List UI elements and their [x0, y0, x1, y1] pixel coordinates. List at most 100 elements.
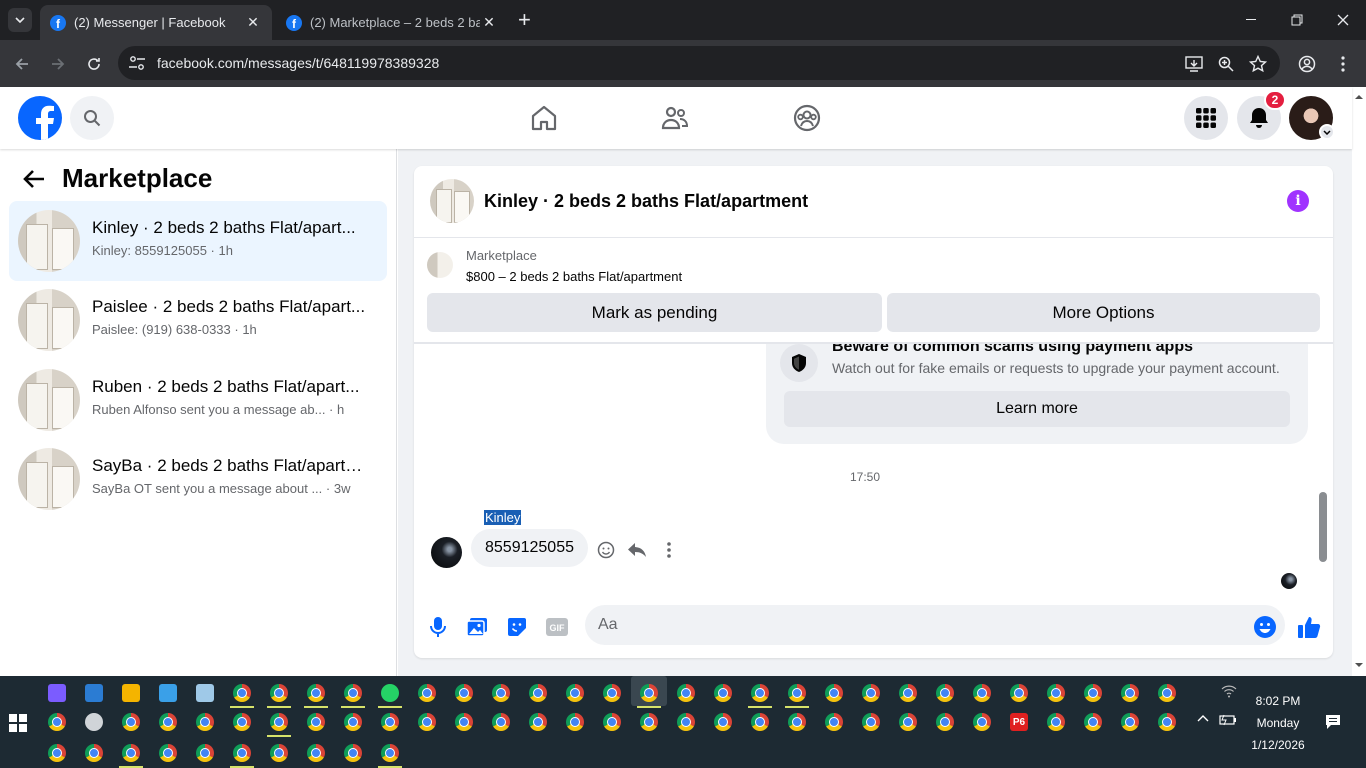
conversation-item[interactable]: SayBa · 2 beds 2 baths Flat/apartm... Sa… — [9, 439, 387, 519]
sender-avatar[interactable] — [431, 537, 462, 568]
reply-icon[interactable] — [627, 540, 647, 560]
new-tab-button[interactable]: + — [518, 8, 531, 32]
settings-gear-icon[interactable] — [85, 713, 103, 731]
message-list[interactable]: Beware of common scams using payment app… — [414, 344, 1333, 594]
chrome-icon[interactable] — [788, 684, 806, 702]
chrome-icon[interactable] — [344, 744, 362, 762]
chrome-icon[interactable] — [492, 684, 510, 702]
scrollbar-thumb[interactable] — [1319, 492, 1327, 562]
search-button[interactable] — [70, 96, 114, 140]
tab-marketplace[interactable]: f (2) Marketplace – 2 beds 2 baths ✕ — [276, 5, 508, 40]
browser-menu-button[interactable] — [1331, 52, 1355, 76]
chrome-icon[interactable] — [344, 713, 362, 731]
chrome-icon[interactable] — [196, 713, 214, 731]
wifi-icon[interactable] — [1221, 684, 1237, 698]
chrome-icon[interactable] — [1084, 713, 1102, 731]
address-bar[interactable]: facebook.com/messages/t/648119978389328 — [118, 46, 1280, 80]
chrome-icon[interactable] — [603, 684, 621, 702]
chrome-icon[interactable] — [788, 713, 806, 731]
react-emoji-icon[interactable] — [596, 540, 616, 560]
tab-messenger[interactable]: f (2) Messenger | Facebook ✕ — [40, 5, 272, 40]
chrome-icon[interactable] — [455, 713, 473, 731]
chrome-icon[interactable] — [1158, 684, 1176, 702]
emoji-icon[interactable] — [1252, 614, 1278, 640]
learn-more-button[interactable]: Learn more — [784, 391, 1290, 427]
chrome-icon[interactable] — [899, 713, 917, 731]
chrome-icon[interactable] — [751, 713, 769, 731]
chrome-icon[interactable] — [529, 713, 547, 731]
chrome-icon[interactable] — [344, 684, 362, 702]
more-options-button[interactable]: More Options — [887, 293, 1320, 332]
gif-icon[interactable]: GIF — [544, 614, 570, 640]
bookmark-star-icon[interactable] — [1248, 54, 1268, 74]
chrome-icon[interactable] — [1047, 713, 1065, 731]
page-scrollbar[interactable] — [1352, 87, 1366, 676]
battery-icon[interactable] — [1219, 714, 1237, 726]
chrome-icon[interactable] — [566, 684, 584, 702]
photo-icon[interactable] — [464, 614, 490, 640]
chrome-icon[interactable] — [1047, 684, 1065, 702]
message-bubble[interactable]: 8559125055 — [471, 529, 588, 567]
like-thumb-icon[interactable] — [1296, 614, 1322, 640]
home-nav[interactable] — [530, 104, 558, 132]
close-tab-icon[interactable]: ✕ — [480, 14, 498, 31]
chrome-icon[interactable] — [825, 684, 843, 702]
chrome-icon[interactable] — [862, 713, 880, 731]
mark-as-pending-button[interactable]: Mark as pending — [427, 293, 882, 332]
chrome-icon[interactable] — [307, 684, 325, 702]
chrome-icon[interactable] — [270, 713, 288, 731]
chrome-icon[interactable] — [751, 684, 769, 702]
file-explorer-icon[interactable] — [122, 684, 140, 702]
chrome-icon[interactable] — [48, 744, 66, 762]
conversation-item[interactable]: Ruben · 2 beds 2 baths Flat/apart... Rub… — [9, 360, 387, 440]
chrome-icon[interactable] — [529, 684, 547, 702]
chrome-icon[interactable] — [418, 684, 436, 702]
back-button[interactable] — [10, 52, 34, 76]
chrome-icon[interactable] — [1084, 684, 1102, 702]
zoom-icon[interactable] — [1216, 54, 1236, 74]
chrome-icon[interactable] — [862, 684, 880, 702]
chrome-icon[interactable] — [973, 684, 991, 702]
conversation-item[interactable]: Kinley · 2 beds 2 baths Flat/apart... Ki… — [9, 201, 387, 281]
chrome-icon[interactable] — [566, 713, 584, 731]
windows-start-button[interactable] — [9, 714, 27, 732]
listing-thumbnail[interactable] — [427, 252, 453, 278]
conversation-item[interactable]: Paislee · 2 beds 2 baths Flat/apart... P… — [9, 280, 387, 360]
chrome-icon[interactable] — [714, 713, 732, 731]
chrome-icon[interactable] — [159, 713, 177, 731]
chrome-icon[interactable] — [85, 744, 103, 762]
forward-button[interactable] — [46, 52, 70, 76]
copilot-icon[interactable] — [48, 684, 66, 702]
more-actions-icon[interactable] — [659, 540, 679, 560]
chrome-icon[interactable] — [270, 744, 288, 762]
menu-button[interactable] — [1184, 96, 1228, 140]
chrome-icon[interactable] — [603, 713, 621, 731]
chrome-icon[interactable] — [936, 713, 954, 731]
chrome-icon[interactable] — [307, 744, 325, 762]
chrome-icon[interactable] — [233, 684, 251, 702]
info-icon[interactable]: i — [1287, 190, 1309, 212]
chrome-icon[interactable] — [159, 744, 177, 762]
chat-title[interactable]: Kinley · 2 beds 2 baths Flat/apartment — [484, 191, 808, 212]
friends-nav[interactable] — [661, 104, 689, 132]
reload-button[interactable] — [82, 52, 106, 76]
chrome-icon[interactable] — [455, 684, 473, 702]
system-clock[interactable]: 8:02 PM Monday 1/12/2026 — [1238, 690, 1318, 756]
chrome-icon[interactable] — [307, 713, 325, 731]
facebook-logo[interactable] — [18, 96, 62, 140]
tab-search-button[interactable] — [8, 8, 32, 32]
restore-button[interactable] — [1274, 0, 1320, 40]
store-icon[interactable] — [85, 684, 103, 702]
chat-thumbnail[interactable] — [430, 179, 474, 223]
notification-center-icon[interactable] — [1325, 714, 1341, 730]
notepad-icon[interactable] — [196, 684, 214, 702]
close-tab-icon[interactable]: ✕ — [244, 14, 262, 31]
chrome-icon[interactable] — [714, 684, 732, 702]
install-app-icon[interactable] — [1184, 54, 1204, 74]
keyboard-icon[interactable] — [159, 684, 177, 702]
sticker-icon[interactable] — [504, 614, 530, 640]
chrome-icon[interactable] — [973, 713, 991, 731]
chrome-icon[interactable] — [677, 713, 695, 731]
listing-title[interactable]: $800 – 2 beds 2 baths Flat/apartment — [466, 269, 682, 284]
message-input[interactable] — [585, 605, 1285, 645]
